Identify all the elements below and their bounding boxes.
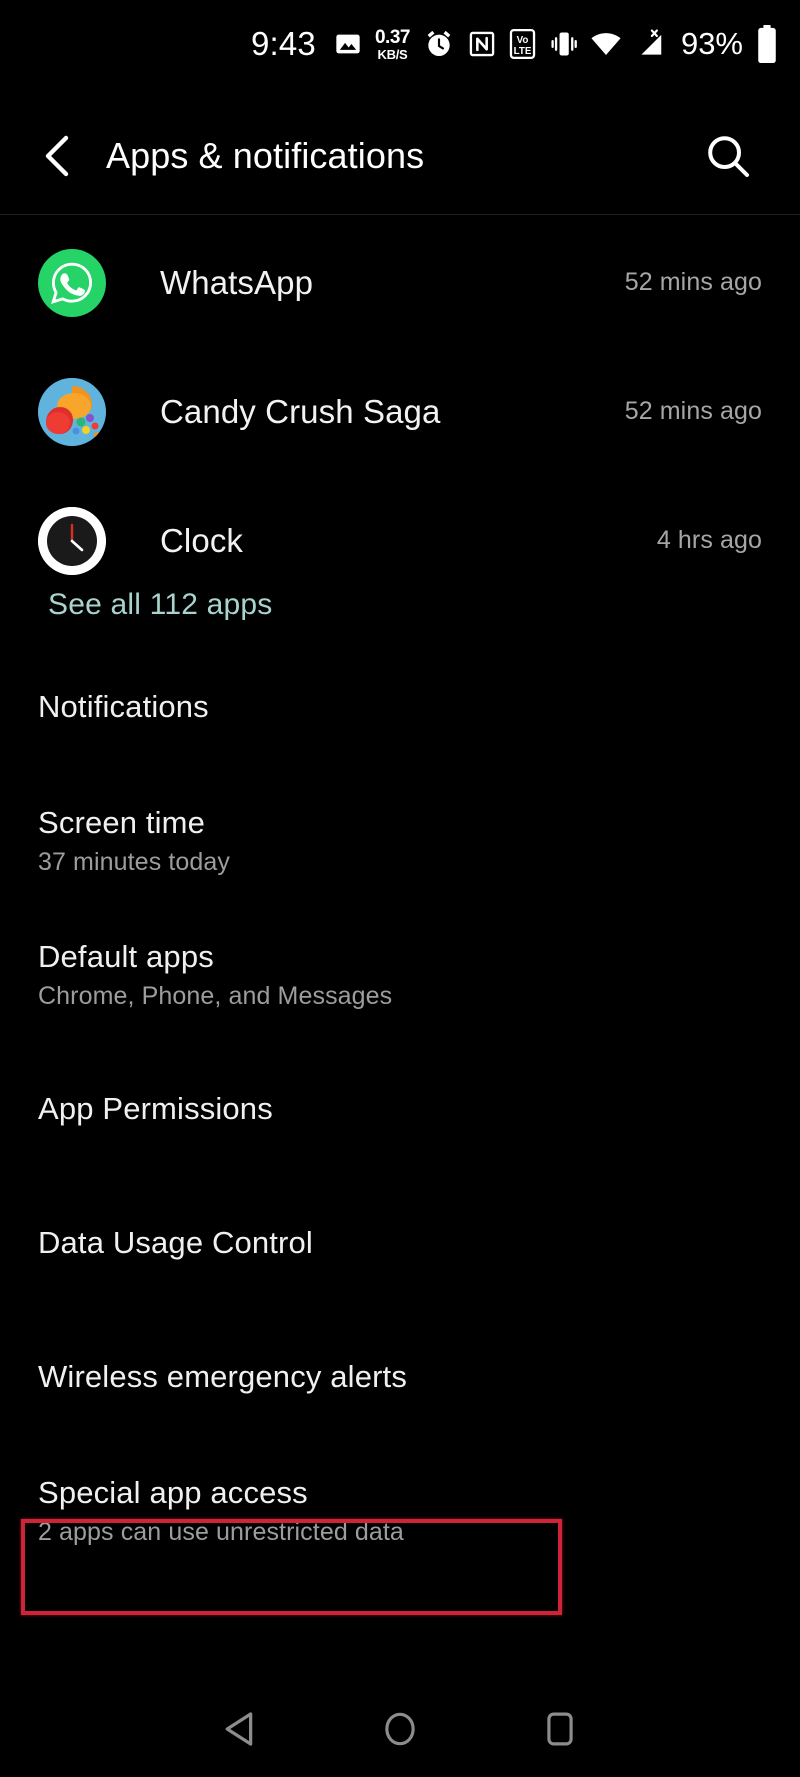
nfc-icon — [468, 24, 496, 64]
back-triangle-icon[interactable] — [160, 1680, 320, 1777]
phone-screen: 9:43 0.37 KB/S Vo LTE 93% Apps & notific… — [0, 0, 800, 1777]
svg-text:Vo: Vo — [517, 35, 529, 46]
app-last-used: 4 hrs ago — [656, 526, 762, 554]
setting-title: Screen time — [38, 804, 206, 840]
network-speed-indicator: 0.37 KB/S — [375, 24, 410, 64]
setting-title: App Permissions — [38, 1090, 273, 1126]
battery-percentage: 93% — [680, 26, 743, 61]
setting-row-data-usage-control[interactable]: Data Usage Control — [0, 1176, 800, 1310]
app-name: WhatsApp — [160, 263, 314, 301]
setting-title: Notifications — [38, 688, 209, 724]
setting-title: Wireless emergency alerts — [38, 1358, 407, 1394]
status-bar-clock: 9:43 — [250, 25, 316, 62]
search-icon[interactable] — [696, 124, 760, 188]
setting-title: Default apps — [38, 938, 214, 974]
alarm-icon — [423, 24, 455, 64]
see-all-apps-label: See all 112 apps — [48, 588, 273, 621]
setting-subtitle: Chrome, Phone, and Messages — [38, 982, 393, 1011]
photo-icon — [334, 24, 362, 64]
setting-row-wireless-emergency-alerts[interactable]: Wireless emergency alerts — [0, 1310, 800, 1444]
svg-text:LTE: LTE — [514, 46, 532, 57]
setting-row-special-app-access[interactable]: Special app access 2 apps can use unrest… — [0, 1444, 800, 1578]
vibrate-icon — [549, 24, 577, 64]
setting-title: Data Usage Control — [38, 1224, 313, 1260]
app-last-used: 52 mins ago — [624, 268, 762, 296]
recently-opened-apps-list: WhatsApp 52 mins ago Candy Crush Saga 52… — [0, 218, 800, 605]
app-name: Clock — [160, 521, 244, 559]
see-all-apps-button[interactable]: See all 112 apps — [0, 559, 800, 651]
page-title: Apps & notifications — [106, 135, 425, 176]
app-bar-divider — [0, 214, 800, 215]
setting-subtitle: 2 apps can use unrestricted data — [38, 1518, 404, 1547]
home-circle-icon[interactable] — [320, 1680, 480, 1777]
wifi-icon — [590, 24, 622, 64]
android-navigation-bar — [0, 1680, 800, 1777]
network-speed-value: 0.37 — [374, 26, 410, 48]
battery-icon — [756, 24, 778, 64]
app-name: Candy Crush Saga — [160, 392, 441, 430]
setting-row-screen-time[interactable]: Screen time 37 minutes today — [0, 774, 800, 908]
setting-subtitle: 37 minutes today — [38, 848, 230, 877]
app-bar: Apps & notifications — [0, 100, 800, 212]
recents-square-icon[interactable] — [480, 1680, 640, 1777]
volte-icon: Vo LTE — [509, 24, 536, 64]
cellular-signal-icon — [635, 24, 665, 64]
status-bar: 9:43 0.37 KB/S Vo LTE 93% — [0, 0, 800, 88]
setting-row-app-permissions[interactable]: App Permissions — [0, 1042, 800, 1176]
network-speed-unit: KB/S — [377, 46, 408, 62]
setting-title: Special app access — [38, 1474, 308, 1510]
chevron-left-icon[interactable] — [22, 120, 94, 192]
list-item[interactable]: WhatsApp 52 mins ago — [0, 218, 800, 347]
setting-row-default-apps[interactable]: Default apps Chrome, Phone, and Messages — [0, 908, 800, 1042]
whatsapp-icon — [38, 248, 106, 317]
app-last-used: 52 mins ago — [624, 397, 762, 425]
settings-list: Notifications Screen time 37 minutes tod… — [0, 640, 800, 1578]
list-item[interactable]: Candy Crush Saga 52 mins ago — [0, 347, 800, 476]
setting-row-notifications[interactable]: Notifications — [0, 640, 800, 774]
candy-crush-icon — [38, 377, 106, 446]
